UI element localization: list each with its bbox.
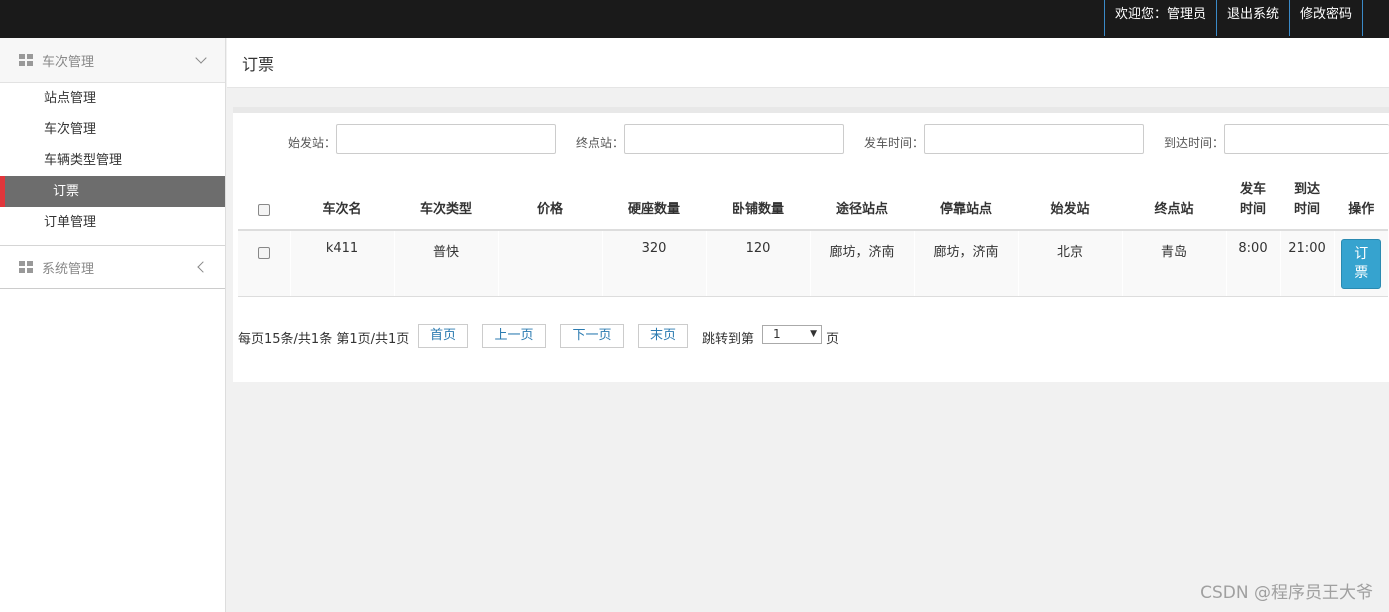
- logout-link[interactable]: 退出系统: [1215, 0, 1289, 36]
- search-form: 始发站： 终点站： 发车时间： 到达时间：: [233, 124, 1389, 156]
- sidebar-item-order-management[interactable]: 订单管理: [0, 207, 225, 238]
- book-ticket-button[interactable]: 订票: [1341, 239, 1382, 289]
- col-end-station[interactable]: 终点站: [1121, 178, 1226, 231]
- top-navbar: 欢迎您：管理员 退出系统 修改密码: [0, 0, 1389, 38]
- col-sleeper[interactable]: 卧铺数量: [705, 178, 810, 231]
- col-price[interactable]: 价格: [497, 178, 602, 231]
- welcome-user-link[interactable]: 欢迎您：管理员: [1103, 0, 1216, 36]
- cell-arrive-time: 21:00: [1279, 230, 1334, 297]
- sidebar-divider: [0, 238, 225, 246]
- depart-time-label: 发车时间：: [864, 136, 925, 150]
- grid-icon: [19, 54, 33, 66]
- train-table: 车次名 车次类型 价格 硬座数量 卧铺数量 途径站点 停靠站点 始发站 终点站 …: [238, 178, 1388, 297]
- chevron-left-icon: [197, 261, 209, 273]
- dropdown-arrow-icon: ▼: [810, 329, 817, 339]
- sidebar-group-system-management[interactable]: 系统管理: [0, 246, 225, 289]
- arrive-time-input[interactable]: [1224, 124, 1389, 154]
- page-suffix-label: 页: [826, 332, 840, 347]
- col-start-station[interactable]: 始发站: [1017, 178, 1122, 231]
- sidebar-item-booking[interactable]: 订票: [0, 176, 225, 207]
- sidebar-item-train-management[interactable]: 车次管理: [0, 114, 225, 145]
- sidebar: 车次管理 站点管理 车次管理 车辆类型管理 订票 订单管理 系统管理: [0, 38, 226, 612]
- col-train-name[interactable]: 车次名: [289, 178, 394, 231]
- cell-stop-stations: 廊坊，济南: [913, 230, 1018, 297]
- page-select-value: 1: [773, 327, 781, 341]
- cell-depart-time: 8:00: [1225, 230, 1280, 297]
- select-all-checkbox[interactable]: [257, 203, 270, 216]
- grid-icon: [19, 261, 33, 273]
- cell-sleeper: 120: [705, 230, 810, 297]
- start-station-label: 始发站：: [288, 136, 337, 150]
- page-select[interactable]: 1 ▼: [762, 325, 822, 344]
- select-all-header: [238, 178, 290, 231]
- cell-via-stations: 廊坊，济南: [809, 230, 914, 297]
- next-page-button[interactable]: 下一页: [560, 324, 624, 348]
- end-station-label: 终点站：: [576, 136, 625, 150]
- cell-hard-seat: 320: [601, 230, 706, 297]
- col-depart-time-line2: 时间: [1239, 202, 1266, 217]
- col-depart-time-line1: 发车: [1239, 182, 1266, 197]
- depart-time-input[interactable]: [924, 124, 1144, 154]
- col-action: 操作: [1333, 178, 1388, 231]
- cell-price: [497, 230, 602, 297]
- cell-train-type: 普快: [393, 230, 498, 297]
- prev-page-button[interactable]: 上一页: [482, 324, 546, 348]
- sidebar-group-train-management[interactable]: 车次管理: [0, 38, 225, 83]
- sidebar-submenu: 站点管理 车次管理 车辆类型管理 订票 订单管理: [0, 83, 225, 238]
- col-arrive-time[interactable]: 到达 时间: [1279, 178, 1334, 231]
- pagination-info: 每页15条/共1条 第1页/共1页: [238, 332, 410, 347]
- end-station-input[interactable]: [624, 124, 844, 154]
- sidebar-item-station-management[interactable]: 站点管理: [0, 83, 225, 114]
- page-title: 订票: [242, 55, 275, 74]
- col-hard-seat[interactable]: 硬座数量: [601, 178, 706, 231]
- change-password-link[interactable]: 修改密码: [1288, 0, 1363, 36]
- table-header-row: 车次名 车次类型 价格 硬座数量 卧铺数量 途径站点 停靠站点 始发站 终点站 …: [238, 178, 1388, 231]
- first-page-button[interactable]: 首页: [418, 324, 468, 348]
- jump-to-label: 跳转到第: [702, 332, 755, 347]
- cell-action: 订票: [1333, 230, 1388, 297]
- sidebar-group-label: 系统管理: [42, 261, 95, 277]
- arrive-time-label: 到达时间：: [1164, 136, 1225, 150]
- page-header: 订票: [227, 38, 1389, 88]
- col-stop-stations[interactable]: 停靠站点: [913, 178, 1018, 231]
- cell-train-name: k411: [289, 230, 394, 297]
- book-button-line2: 票: [1354, 265, 1369, 281]
- booking-panel: 始发站： 终点站： 发车时间： 到达时间： 车次名 车次类型 价格 硬座数量 卧…: [233, 107, 1389, 382]
- top-nav-links: 欢迎您：管理员 退出系统 修改密码: [1103, 0, 1363, 36]
- start-station-input[interactable]: [336, 124, 556, 154]
- sidebar-group-label: 车次管理: [42, 54, 95, 70]
- row-checkbox[interactable]: [257, 246, 270, 259]
- last-page-button[interactable]: 末页: [638, 324, 688, 348]
- table-row: k411 普快 320 120 廊坊，济南 廊坊，济南 北京 青岛 8:00 2…: [238, 230, 1388, 297]
- cell-end-station: 青岛: [1121, 230, 1226, 297]
- watermark: CSDN @程序员王大爷: [1200, 583, 1373, 603]
- col-arrive-time-line2: 时间: [1293, 202, 1320, 217]
- cell-start-station: 北京: [1017, 230, 1122, 297]
- col-train-type[interactable]: 车次类型: [393, 178, 498, 231]
- book-button-line1: 订: [1354, 246, 1369, 262]
- col-arrive-time-line1: 到达: [1293, 182, 1320, 197]
- chevron-down-icon: [195, 52, 207, 64]
- col-via-stations[interactable]: 途径站点: [809, 178, 914, 231]
- row-select-cell: [238, 230, 290, 297]
- sidebar-item-vehicle-type-management[interactable]: 车辆类型管理: [0, 145, 225, 176]
- col-depart-time[interactable]: 发车 时间: [1225, 178, 1280, 231]
